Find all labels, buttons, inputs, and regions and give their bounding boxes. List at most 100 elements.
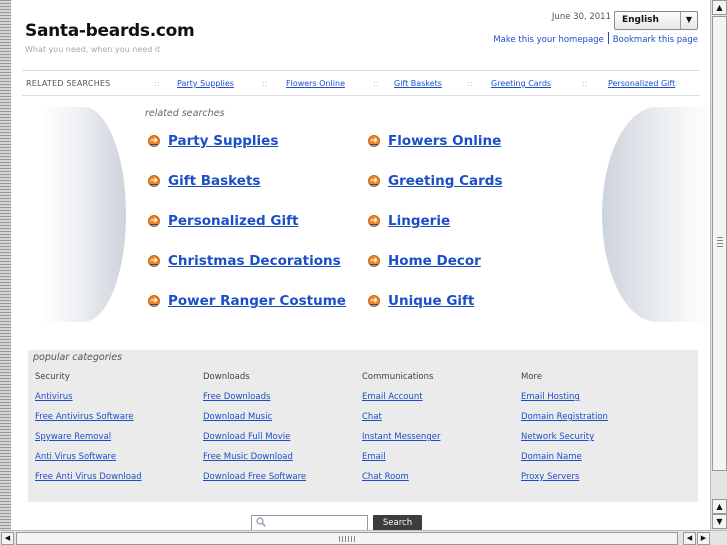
related-bar-label: RELATED SEARCHES	[26, 79, 111, 88]
vertical-scrollbar[interactable]: ▲ ▲ ▼	[710, 0, 727, 530]
category-link[interactable]: Email Account	[362, 392, 440, 412]
arrow-right-circle-icon: ➔	[368, 215, 380, 227]
related-bar-item[interactable]: Personalized Gift	[608, 79, 675, 88]
category-link[interactable]: Anti Virus Software	[35, 452, 142, 472]
separator: ::	[262, 79, 268, 88]
arrow-right-circle-icon: ➔	[368, 175, 380, 187]
related-search-link[interactable]: ➔ Home Decor	[368, 253, 481, 269]
category-heading: Downloads	[203, 372, 250, 382]
category-column-security: Security Antivirus Free Antivirus Softwa…	[35, 372, 142, 492]
related-bar-item[interactable]: Party Supplies	[177, 79, 234, 88]
scroll-left-icon[interactable]: ◀	[1, 532, 14, 545]
link-label: Power Ranger Costume	[168, 293, 346, 309]
category-link[interactable]: Free Downloads	[203, 392, 306, 412]
arrow-right-circle-icon: ➔	[368, 295, 380, 307]
separator: ::	[582, 79, 588, 88]
arrow-right-circle-icon: ➔	[148, 135, 160, 147]
category-link[interactable]: Free Antivirus Software	[35, 412, 142, 432]
search-input[interactable]	[251, 515, 368, 530]
search-button[interactable]: Search	[373, 515, 422, 530]
arrow-right-circle-icon: ➔	[148, 215, 160, 227]
related-search-link[interactable]: ➔ Flowers Online	[368, 133, 501, 149]
bookmark-link[interactable]: Bookmark this page	[613, 35, 698, 45]
category-link[interactable]: Chat	[362, 412, 440, 432]
grip-icon	[339, 536, 355, 542]
link-label: Lingerie	[388, 213, 451, 229]
site-title[interactable]: Santa-beards.com	[25, 21, 195, 41]
link-label: Gift Baskets	[168, 173, 261, 189]
arrow-right-circle-icon: ➔	[148, 295, 160, 307]
language-select[interactable]: English ▼	[614, 11, 698, 30]
horizontal-scroll-thumb[interactable]	[16, 532, 678, 545]
window-edge	[0, 0, 11, 530]
related-searches-heading: related searches	[145, 108, 225, 119]
category-link[interactable]: Spyware Removal	[35, 432, 142, 452]
scroll-up-icon[interactable]: ▲	[712, 499, 727, 514]
link-label: Greeting Cards	[388, 173, 503, 189]
arrow-right-circle-icon: ➔	[368, 135, 380, 147]
vertical-scroll-thumb[interactable]	[712, 16, 727, 471]
chevron-down-icon[interactable]: ▼	[680, 12, 697, 29]
separator: ::	[467, 79, 473, 88]
category-column-communications: Communications Email Account Chat Instan…	[362, 372, 440, 492]
decorative-moon-right	[602, 107, 710, 322]
page: Santa-beards.com What you need, when you…	[11, 0, 710, 530]
arrow-right-circle-icon: ➔	[368, 255, 380, 267]
category-link[interactable]: Domain Registration	[521, 412, 608, 432]
category-link[interactable]: Antivirus	[35, 392, 142, 412]
decorative-moon-left	[41, 107, 126, 322]
related-search-link[interactable]: ➔ Lingerie	[368, 213, 450, 229]
related-searches-bar: RELATED SEARCHES :: Party Supplies :: Fl…	[22, 70, 700, 96]
link-label: Personalized Gift	[168, 213, 299, 229]
link-label: Home Decor	[388, 253, 481, 269]
category-link[interactable]: Instant Messenger	[362, 432, 440, 452]
separator: ::	[373, 79, 379, 88]
horizontal-scrollbar[interactable]: ◀ ◀ ▶	[0, 530, 727, 545]
language-value: English	[622, 15, 659, 25]
category-link[interactable]: Proxy Servers	[521, 472, 608, 492]
category-link[interactable]: Download Music	[203, 412, 306, 432]
arrow-right-circle-icon: ➔	[148, 255, 160, 267]
site-tagline: What you need, when you need it	[25, 45, 161, 54]
related-search-link[interactable]: ➔ Party Supplies	[148, 133, 278, 149]
related-search-link[interactable]: ➔ Greeting Cards	[368, 173, 502, 189]
scroll-right-icon[interactable]: ▶	[697, 532, 710, 545]
grip-icon	[717, 237, 723, 249]
make-homepage-link[interactable]: Make this your homepage	[493, 35, 603, 45]
category-column-downloads: Downloads Free Downloads Download Music …	[203, 372, 306, 492]
link-label: Unique Gift	[388, 293, 475, 309]
category-link[interactable]: Download Free Software	[203, 472, 306, 492]
scroll-left-icon[interactable]: ◀	[683, 532, 696, 545]
category-heading: Communications	[362, 372, 434, 382]
related-search-link[interactable]: ➔ Gift Baskets	[148, 173, 260, 189]
scroll-up-icon[interactable]: ▲	[712, 0, 727, 15]
category-heading: Security	[35, 372, 70, 382]
category-link[interactable]: Email	[362, 452, 440, 472]
related-bar-item[interactable]: Flowers Online	[286, 79, 345, 88]
category-link[interactable]: Domain Name	[521, 452, 608, 472]
divider	[607, 32, 609, 44]
category-link[interactable]: Chat Room	[362, 472, 440, 492]
related-search-link[interactable]: ➔ Christmas Decorations	[148, 253, 341, 269]
category-link[interactable]: Network Security	[521, 432, 608, 452]
scroll-down-icon[interactable]: ▼	[712, 514, 727, 529]
category-link[interactable]: Free Anti Virus Download	[35, 472, 142, 492]
link-label: Christmas Decorations	[168, 253, 341, 269]
category-link[interactable]: Email Hosting	[521, 392, 608, 412]
category-link[interactable]: Download Full Movie	[203, 432, 306, 452]
related-search-link[interactable]: ➔ Personalized Gift	[148, 213, 298, 229]
category-column-more: More Email Hosting Domain Registration N…	[521, 372, 608, 492]
related-search-link[interactable]: ➔ Unique Gift	[368, 293, 474, 309]
separator: ::	[154, 79, 160, 88]
search-icon	[256, 517, 266, 527]
top-links: Make this your homepage Bookmark this pag…	[493, 32, 698, 45]
category-link[interactable]: Free Music Download	[203, 452, 306, 472]
related-bar-item[interactable]: Greeting Cards	[491, 79, 551, 88]
related-bar-item[interactable]: Gift Baskets	[394, 79, 442, 88]
related-search-link[interactable]: ➔ Power Ranger Costume	[148, 293, 346, 309]
link-label: Party Supplies	[168, 133, 279, 149]
link-label: Flowers Online	[388, 133, 502, 149]
arrow-right-circle-icon: ➔	[148, 175, 160, 187]
category-heading: More	[521, 372, 543, 382]
popular-categories-title: popular categories	[33, 352, 123, 363]
